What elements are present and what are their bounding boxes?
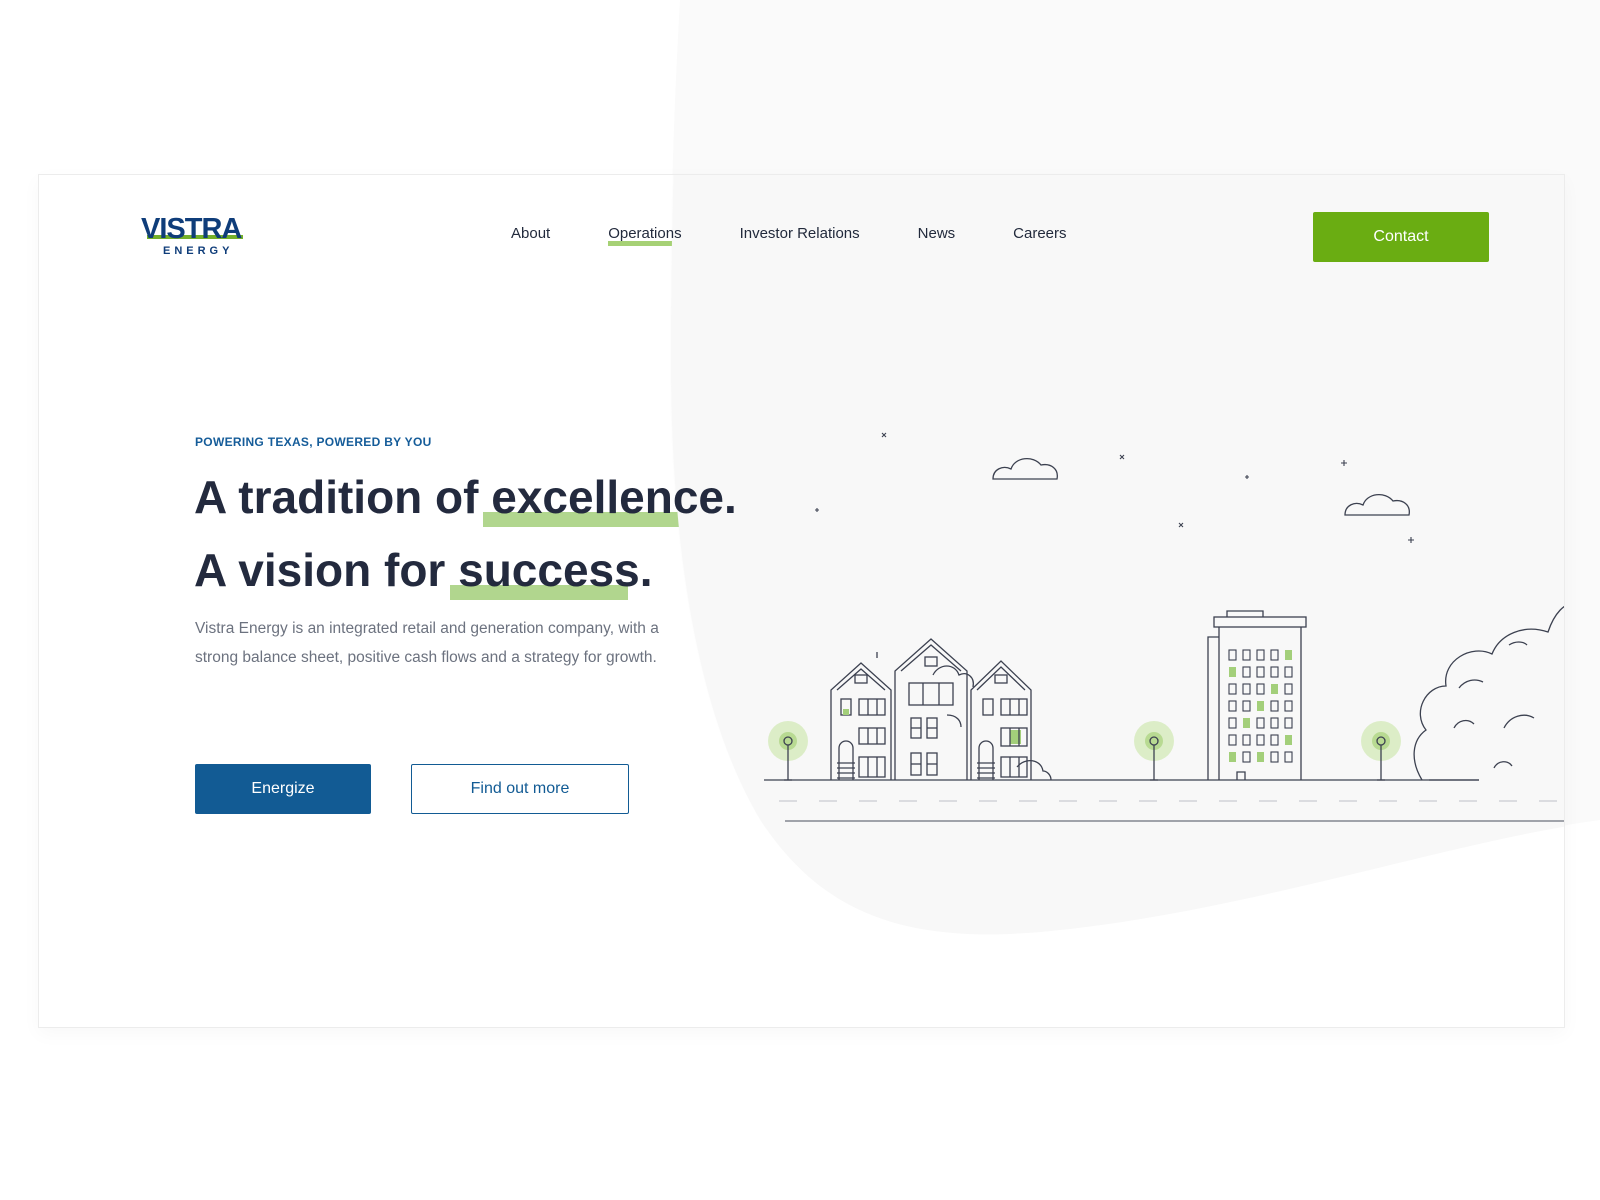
tree-icon xyxy=(1361,721,1401,781)
sparkle-icon xyxy=(815,432,1414,543)
cloud-icon xyxy=(992,458,1058,480)
bush-icon xyxy=(1413,605,1564,781)
tree-icon xyxy=(1134,721,1174,781)
row-houses xyxy=(830,638,1052,781)
page-frame: VISTRA ENERGY About Operations Investor … xyxy=(38,174,1565,1028)
city-illustration xyxy=(764,432,1564,822)
sky-decorations xyxy=(815,432,1414,543)
tower-windows xyxy=(1228,649,1293,763)
cloud-icon xyxy=(1344,494,1410,516)
office-tower xyxy=(1207,610,1307,780)
tree-icon xyxy=(768,721,808,781)
